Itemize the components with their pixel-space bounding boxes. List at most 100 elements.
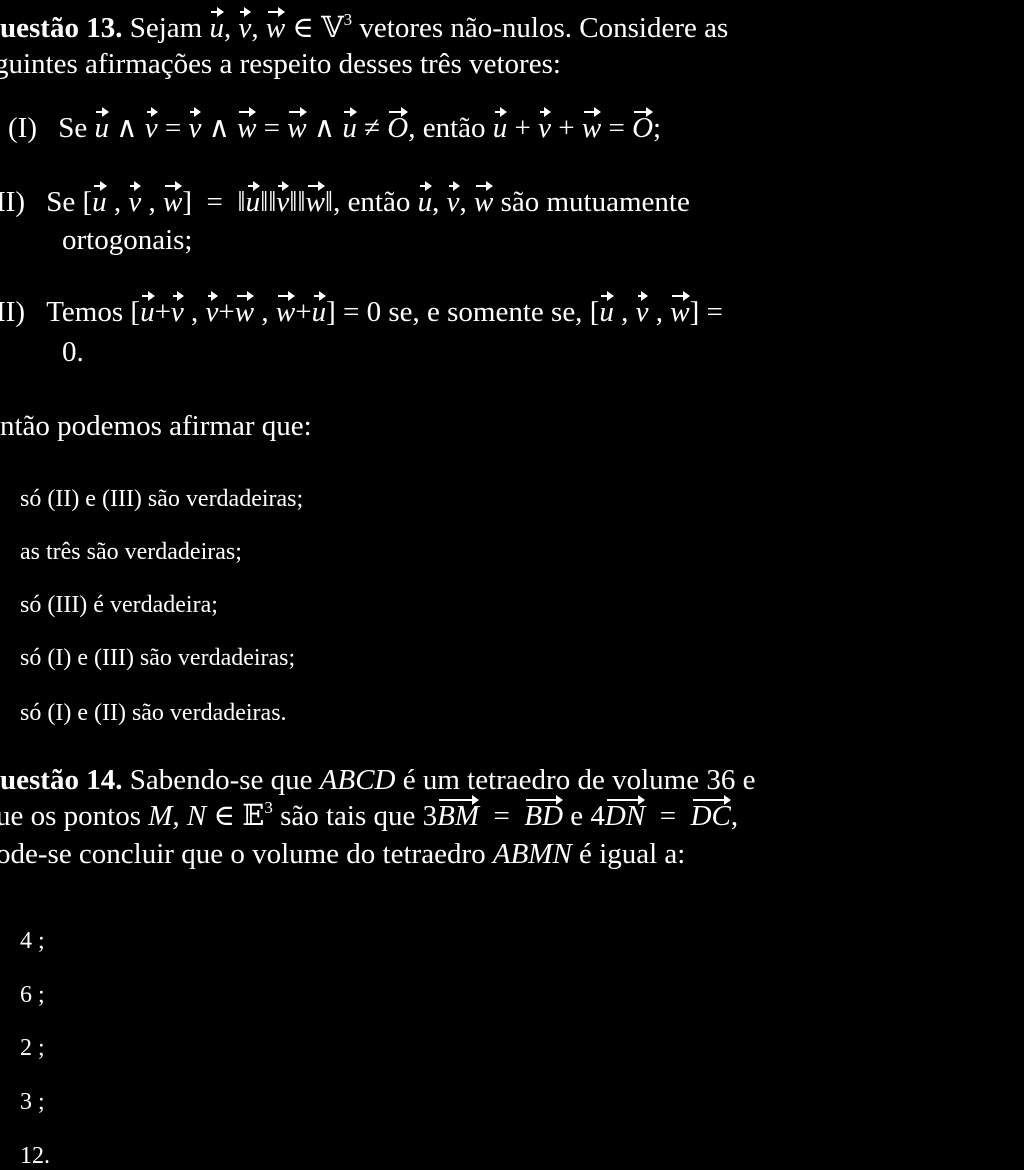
q13-option-b[interactable]: as três são verdadeiras;: [20, 539, 242, 566]
vector-u: u: [140, 291, 155, 328]
wedge-symbol: ∧: [313, 112, 336, 144]
vector-w: w: [670, 291, 690, 328]
vector-w: w: [234, 291, 255, 328]
plus-symbol: +: [218, 296, 235, 328]
tetrahedron-abcd: ABCD: [319, 764, 396, 796]
word-se: Se: [46, 186, 76, 218]
vector-u: u: [94, 107, 109, 144]
q14-title: uestão 14.: [0, 764, 123, 796]
vector-zero: O: [387, 107, 409, 144]
vector-dn: DN: [604, 795, 646, 832]
q13-set: ∈ 𝕍: [292, 12, 344, 44]
statement-3-label: II): [0, 296, 25, 328]
vector-w: w: [287, 107, 307, 144]
vector-u: u: [599, 291, 614, 328]
not-equal-symbol: ≠: [364, 112, 381, 144]
norm-symbol: ‖: [268, 186, 277, 218]
word-entao: então: [422, 112, 486, 144]
vector-w: w: [581, 107, 602, 144]
word-entao: então: [347, 186, 411, 218]
q14-line-2-mid: são tais que 3: [280, 800, 438, 832]
statement-1: (I) Se u ∧ v = v ∧ w = w ∧ u ≠ O, então …: [8, 107, 662, 144]
statement-1-label: (I): [8, 112, 37, 144]
word-mutuamente: são mutuamente: [500, 186, 690, 218]
vector-v: v: [538, 107, 552, 144]
statement-2: II) Se [u , v , w] = ‖u‖‖v‖‖w‖, então u,…: [0, 181, 690, 218]
q14-line-1-post: é um tetraedro de volume 36 e: [402, 764, 756, 796]
vector-zero: O: [632, 107, 654, 144]
vector-v: v: [276, 181, 290, 218]
q13-conclusion: ntão podemos afirmar que:: [0, 410, 312, 442]
vector-u: u: [492, 107, 508, 144]
plus-symbol: +: [514, 112, 531, 144]
equals-symbol: =: [263, 112, 281, 144]
equals-symbol: =: [164, 112, 182, 144]
q14-option-d[interactable]: 3 ;: [20, 1089, 45, 1116]
q13-intro-line-2: guintes afirmações a respeito desses trê…: [0, 48, 561, 80]
points-mn: M, N: [148, 800, 207, 832]
equals-symbol: =: [706, 296, 723, 328]
equals-symbol: =: [493, 800, 510, 832]
statement-2-label: II): [0, 186, 25, 218]
vector-u: u: [92, 181, 107, 218]
vector-v: v: [635, 291, 649, 328]
vector-u: u: [342, 107, 357, 144]
q13-title: uestão 13.: [0, 12, 123, 44]
vector-u: u: [417, 181, 433, 218]
q13-option-c[interactable]: só (III) é verdadeira;: [20, 592, 218, 619]
q13-option-a[interactable]: só (II) e (III) são verdadeiras;: [20, 486, 303, 513]
vector-bd: BD: [524, 795, 564, 832]
vector-w: w: [305, 181, 326, 218]
q14-line-3-pre: ode-se concluir que o volume do tetraedr…: [0, 838, 486, 870]
q14-line-3-post: é igual a:: [579, 838, 686, 870]
statement-2-line-2: ortogonais;: [62, 224, 193, 256]
q14-line-2-pre: ue os pontos: [0, 800, 141, 832]
vector-w: w: [474, 181, 494, 218]
q14-option-a[interactable]: 4 ;: [20, 928, 45, 955]
semicolon: ;: [653, 112, 662, 144]
vector-v: v: [205, 291, 219, 328]
equals-symbol: =: [206, 186, 223, 218]
q14-line-2-and: e 4: [570, 800, 605, 832]
vector-v: v: [144, 107, 158, 144]
norm-symbol: ‖: [324, 186, 334, 218]
statement-3: II) Temos [u+v , v+w , w+u] = 0 se, e so…: [0, 291, 723, 328]
q13-option-e[interactable]: só (I) e (II) são verdadeiras.: [20, 700, 287, 727]
vector-v: v: [446, 181, 460, 218]
norm-symbol: ‖: [237, 186, 246, 218]
vector-u: u: [209, 7, 224, 44]
q14-option-c[interactable]: 2 ;: [20, 1035, 45, 1062]
q13-intro-post: vetores não-nulos. Considere as: [359, 12, 729, 44]
vector-v: v: [238, 7, 252, 44]
vector-bm: BM: [437, 795, 480, 832]
q14-line-1: uestão 14. Sabendo-se que ABCD é um tetr…: [0, 766, 755, 795]
word-temos: Temos: [46, 296, 124, 328]
vector-v: v: [128, 181, 142, 218]
plus-symbol: +: [295, 296, 312, 328]
equals-symbol: =: [608, 112, 625, 144]
q13-intro-pre: Sejam: [129, 12, 203, 44]
q13-option-d[interactable]: só (I) e (III) são verdadeiras;: [20, 645, 295, 672]
vector-dc: DC: [690, 795, 732, 832]
q14-option-b[interactable]: 6 ;: [20, 982, 45, 1009]
euclidean-space-sup: 3: [264, 798, 273, 817]
vector-w: w: [237, 107, 257, 144]
plus-symbol: +: [558, 112, 575, 144]
vector-w: w: [265, 7, 286, 44]
norm-symbol: ‖: [297, 186, 306, 218]
vector-v: v: [170, 291, 184, 328]
vector-w: w: [163, 181, 183, 218]
wedge-symbol: ∧: [116, 112, 138, 144]
iff-text: = 0 se, e somente se,: [343, 296, 583, 328]
q14-line-1-pre: Sabendo-se que: [129, 764, 313, 796]
q14-option-e[interactable]: 12.: [20, 1143, 50, 1170]
q14-line-3: ode-se concluir que o volume do tetraedr…: [0, 840, 685, 869]
q13-set-sup: 3: [343, 10, 353, 29]
vector-v: v: [188, 107, 202, 144]
vector-u: u: [311, 291, 327, 328]
wedge-symbol: ∧: [208, 112, 230, 144]
word-se: Se: [58, 112, 88, 144]
norm-symbol: ‖: [260, 186, 269, 218]
tetrahedron-abmn: ABMN: [492, 838, 572, 870]
vector-u: u: [245, 181, 261, 218]
